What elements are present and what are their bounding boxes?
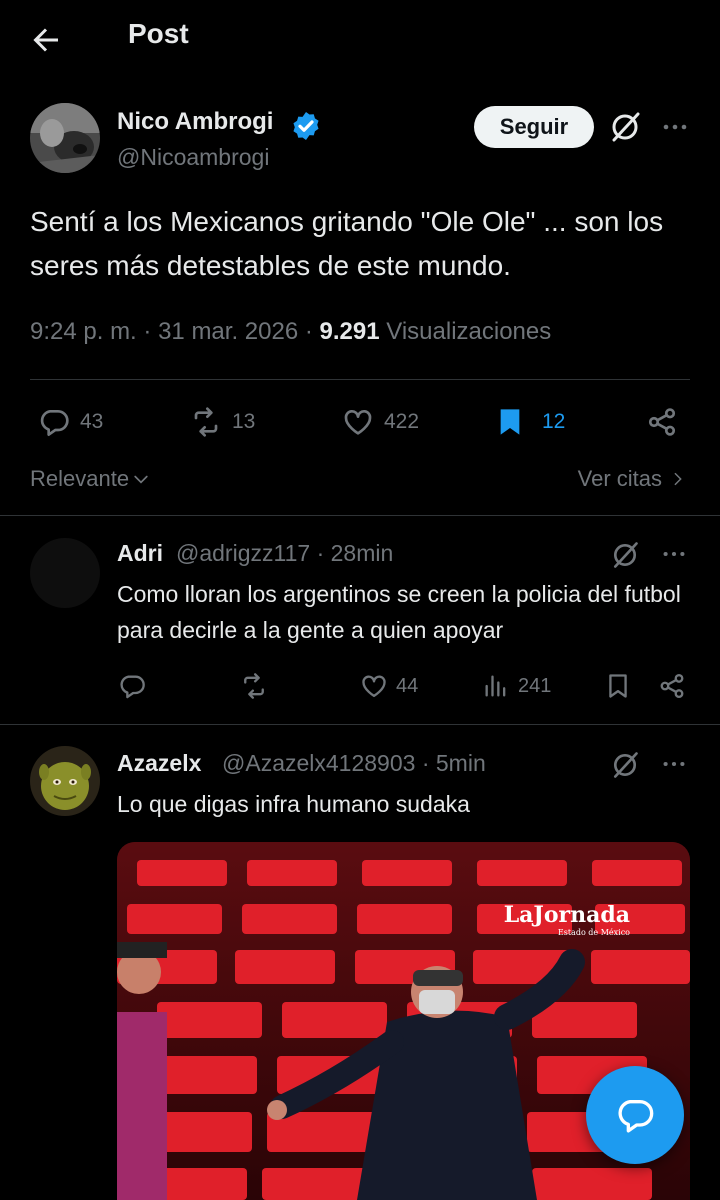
reply-text: Como lloran los argentinos se creen la p… [117,581,681,643]
reply-action[interactable] [118,672,146,700]
more-icon[interactable] [660,112,690,142]
chevron-right-icon [674,472,682,486]
bookmark-icon [500,409,520,435]
chevron-down-icon [134,475,148,484]
compose-reply-icon [618,1100,654,1133]
views-icon [485,675,506,697]
divider [0,724,720,725]
share-action[interactable] [646,406,678,438]
more-icon[interactable] [660,750,688,778]
reply-time: 28min [330,540,394,566]
repost-icon [194,407,218,437]
reply-count: 43 [80,410,104,433]
sort-label: Relevante [30,466,130,491]
post-meta: 9:24 p. m. · 31 mar. 2026 · 9.291 Visual… [30,318,552,345]
reply-avatar[interactable] [30,538,100,608]
divider [30,379,690,380]
top-bar: Post [0,0,720,80]
views-count: 241 [518,674,552,697]
divider [0,515,720,516]
reply-author-name[interactable]: Adri [117,540,163,567]
like-count: 44 [396,674,419,697]
author-name[interactable]: Nico Ambrogi [117,108,273,136]
views-label: Visualizaciones [386,318,552,345]
media-watermark: LaJornada Estado de México [503,902,630,937]
like-action[interactable]: 422 [342,406,419,438]
post-text: Sentí a los Mexicanos gritando "Ole Ole"… [30,206,664,281]
post-time[interactable]: 9:24 p. m. [30,318,137,345]
repost-action[interactable] [240,672,268,700]
like-icon [362,675,386,698]
follow-button[interactable]: Seguir [474,106,594,148]
grok-icon[interactable] [608,110,642,144]
grok-icon[interactable] [610,750,640,780]
sort-dropdown[interactable]: Relevante [30,466,151,492]
share-icon [648,408,676,436]
share-icon [660,673,684,699]
repost-action[interactable]: 13 [190,406,255,438]
arrow-left-icon [33,28,58,52]
bookmark-count: 12 [542,410,566,433]
views-count: 9.291 [319,318,380,345]
grok-icon[interactable] [610,540,640,570]
like-count: 422 [384,410,420,433]
back-button[interactable] [28,22,64,58]
reply-avatar[interactable] [30,746,100,816]
like-action[interactable]: 44 [360,672,418,700]
bookmark-action[interactable] [604,672,632,700]
post-date[interactable]: 31 mar. 2026 [158,318,298,345]
verified-badge-icon [290,110,322,142]
bookmark-action[interactable]: 12 [494,406,565,438]
share-action[interactable] [658,672,686,700]
page-title: Post [128,18,189,49]
reply-icon [120,675,145,699]
like-icon [344,410,372,435]
compose-reply-button[interactable] [586,1066,684,1164]
repost-icon [244,673,264,699]
author-avatar[interactable] [30,103,100,173]
reply-handle[interactable]: @Azazelx4128903 · 5min [222,750,486,777]
view-quotes-label: Ver citas [577,466,662,491]
reply-icon [40,410,69,436]
views-action[interactable]: 241 [482,672,551,700]
view-quotes-link[interactable]: Ver citas [578,466,686,492]
repost-count: 13 [232,410,256,433]
reply-author-name[interactable]: Azazelx [117,750,201,777]
reply-time: 5min [435,750,486,776]
reply-action[interactable]: 43 [38,406,103,438]
reply-text: Lo que digas infra humano sudaka [117,791,470,817]
more-icon[interactable] [660,540,688,568]
bookmark-icon [609,674,627,698]
reply-handle[interactable]: @adrigzz117 · 28min [176,540,393,567]
author-handle[interactable]: @Nicoambrogi [117,144,269,171]
